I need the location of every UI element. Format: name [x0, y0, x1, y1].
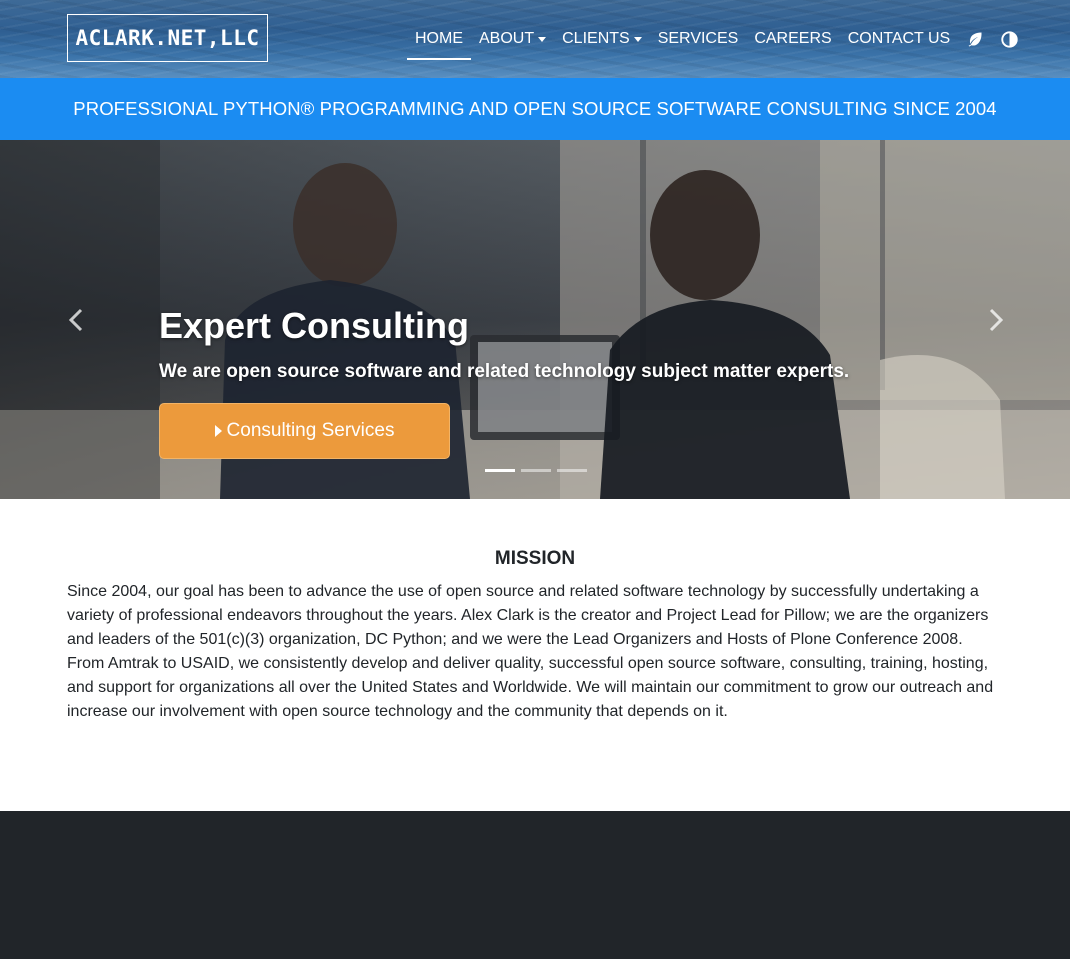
tagline-text: PROFESSIONAL PYTHON® PROGRAMMING AND OPE…	[73, 98, 997, 119]
nav-item-services[interactable]: SERVICES	[650, 0, 747, 78]
nav-item-label: CLIENTS	[562, 30, 630, 47]
nav-item-label: CAREERS	[754, 30, 832, 47]
nav-item-label: ABOUT	[479, 30, 535, 47]
carousel-indicator[interactable]	[485, 469, 515, 472]
carousel-prev-button[interactable]	[62, 305, 92, 335]
tagline-banner: PROFESSIONAL PYTHON® PROGRAMMING AND OPE…	[0, 78, 1070, 140]
nav-item-about[interactable]: ABOUT	[471, 0, 554, 78]
carousel-indicator[interactable]	[557, 469, 587, 472]
leaf-icon	[968, 32, 982, 47]
carousel-indicators	[485, 469, 587, 472]
footer	[0, 811, 1070, 959]
chevron-down-icon	[633, 36, 642, 42]
hero-title: Expert Consulting	[159, 305, 470, 346]
nav-item-label: HOME	[415, 30, 463, 47]
nav-item-clients[interactable]: CLIENTS	[554, 0, 650, 78]
contrast-toggle-button[interactable]	[992, 0, 1027, 78]
hero-carousel: Expert Consulting We are open source sof…	[0, 140, 1070, 499]
caret-right-icon	[214, 425, 222, 437]
navbar: ACLARK.NET,LLC HOME ABOUT CLIENTS SERVIC…	[0, 0, 1070, 78]
chevron-down-icon	[538, 36, 547, 42]
chevron-right-icon	[989, 308, 1004, 332]
button-label: Consulting Services	[226, 420, 395, 441]
contrast-icon	[1001, 30, 1018, 48]
consulting-services-button[interactable]: Consulting Services	[159, 403, 450, 459]
active-underline	[407, 58, 471, 60]
leaf-icon-button[interactable]	[958, 0, 992, 78]
nav-item-label: CONTACT US	[847, 30, 951, 47]
nav-item-contact-us[interactable]: CONTACT US	[840, 0, 959, 78]
mission-text: Since 2004, our goal has been to advance…	[67, 583, 994, 720]
carousel-next-button[interactable]	[980, 305, 1010, 335]
nav-item-home[interactable]: HOME	[407, 0, 471, 78]
mission-title: MISSION	[494, 548, 576, 569]
brand-logo[interactable]: ACLARK.NET,LLC	[67, 14, 268, 62]
carousel-indicator[interactable]	[521, 469, 551, 472]
main-nav: HOME ABOUT CLIENTS SERVICES CAREERS CONT…	[407, 0, 1027, 78]
nav-item-label: SERVICES	[657, 30, 739, 47]
nav-item-careers[interactable]: CAREERS	[746, 0, 839, 78]
chevron-left-icon	[68, 308, 83, 332]
hero-subtitle: We are open source software and related …	[159, 361, 850, 382]
